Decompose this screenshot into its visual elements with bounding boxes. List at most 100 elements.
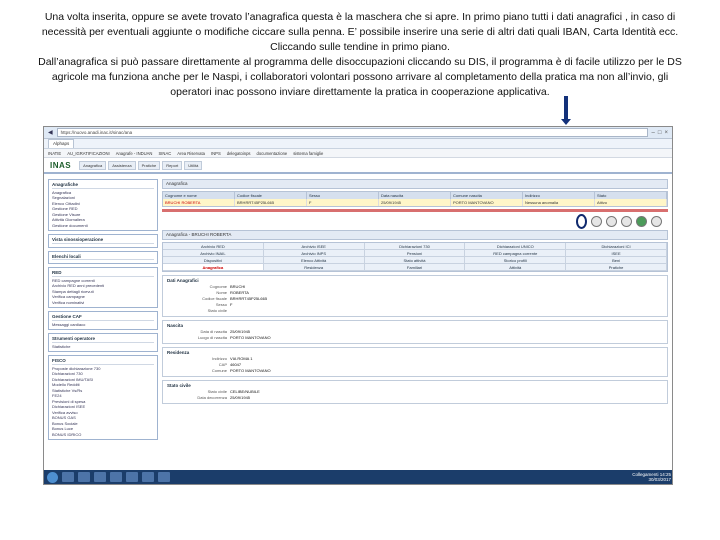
grid-header: Cognome e nome Codice fiscale Sesso Data na… (163, 192, 667, 199)
address-bar[interactable]: https://nuovo.anadi.inac.it/sinac/ana (56, 128, 648, 137)
nav-tab[interactable]: Elenco Attività (263, 257, 365, 264)
sidebar-box-elenchi: Elenchi locali (48, 250, 158, 264)
column-header[interactable]: Comune nascita (451, 192, 523, 199)
print-icon[interactable] (591, 215, 602, 227)
app-tab[interactable]: Anagrafica (79, 160, 107, 170)
nav-tab[interactable]: Archivio INPS (263, 250, 365, 257)
arrow-annotation (561, 96, 571, 125)
close-icon[interactable]: × (664, 130, 668, 136)
favorite-link[interactable]: Anagrafe - INDUAN (116, 151, 153, 156)
column-header[interactable]: Indirizzo (523, 192, 595, 199)
nav-tab[interactable]: Dispositivi (163, 257, 264, 264)
caption-line: Cliccando sulle tendine in primo piano. (270, 41, 450, 53)
nav-tab[interactable]: Dichiarazioni 730 (364, 243, 466, 250)
taskbar-app-icon[interactable] (158, 472, 170, 482)
main-panel: Anagrafica Cognome e nome Codice fiscale S… (162, 179, 668, 481)
nav-tab[interactable]: Archivio RED (163, 243, 264, 250)
sidebar-box-strumenti: Strumenti operatore Statistiche (48, 333, 158, 352)
app-tab[interactable]: Pratiche (137, 160, 161, 170)
favorite-link[interactable]: AU_IGRATIFICAZIONI (67, 151, 110, 156)
favorite-link[interactable]: delegatoinps (227, 151, 251, 156)
nav-tab[interactable]: Archivio INAIL (163, 250, 264, 257)
stato-civile-section: Stato civile Stato civile CELIBE/NUBILE Da… (162, 380, 668, 404)
nav-tab[interactable]: Pensioni (364, 250, 466, 257)
caption-line: necessità per eventuali aggiunte o modif… (41, 26, 679, 38)
pen-icon[interactable] (576, 213, 587, 229)
column-header[interactable]: Sesso (307, 192, 379, 199)
sidebar-item[interactable]: Messaggi cardiaco (52, 322, 154, 328)
nav-tab[interactable]: Residenza (263, 264, 365, 271)
app-tab[interactable]: Assistenza (108, 160, 136, 170)
field-label: Stato civile (207, 308, 227, 313)
table-row[interactable]: BRUCHI ROBERTA BRHRRT45P25L665 F 25/09/1945… (163, 199, 667, 206)
field-value: PORTO MANTOVANO (230, 335, 271, 340)
section-bar: Anagrafica (162, 179, 668, 189)
nav-tab[interactable]: Archivio ISEE (263, 243, 365, 250)
favorite-link[interactable]: documentazione (257, 151, 288, 156)
column-header[interactable]: Cognome e nome (163, 192, 235, 199)
nav-tab[interactable]: Familiari (364, 264, 466, 271)
mail-icon[interactable] (651, 215, 662, 227)
dis-icon[interactable] (621, 215, 632, 227)
sidebar-item[interactable]: Verifica nominativi (52, 300, 154, 306)
caption-line: Dall’anagrafica si può passare direttame… (38, 56, 682, 68)
sidebar-box-title[interactable]: Elenchi locali (52, 254, 154, 260)
app-tab[interactable]: Report (162, 160, 183, 170)
taskbar-clock: Collegamenti 14:25 30/03/2017 (632, 472, 671, 482)
nav-tab[interactable]: Attività (465, 264, 567, 271)
sidebar-box-title: FISCO (52, 358, 154, 365)
nav-tab[interactable]: Pratiche (566, 264, 667, 271)
sidebar-item[interactable]: Statistiche (52, 344, 154, 350)
table-cell: Attivo (595, 199, 667, 206)
field-row: Luogo di nascita PORTO MANTOVANO (167, 335, 663, 341)
nav-tab[interactable]: Dichiarazioni ICI (566, 243, 667, 250)
start-icon[interactable] (47, 471, 58, 483)
favorites-bar: INATIE AU_IGRATIFICAZIONI Anagrafe - INDUA… (44, 149, 672, 158)
favorite-link[interactable]: INATIE (48, 151, 61, 156)
tab-bar: Alphaps (44, 139, 672, 149)
browser-tab[interactable]: Alphaps (48, 139, 75, 148)
sidebar-box-title: Strumenti operatore (52, 336, 154, 343)
field-label: Data decorrenza (197, 395, 227, 400)
taskbar-app-icon[interactable] (142, 472, 154, 482)
taskbar-app-icon[interactable] (110, 472, 122, 482)
globe-icon[interactable] (636, 215, 647, 227)
favorite-link[interactable]: Area Riservata (177, 151, 205, 156)
inas-logo: INAS (50, 160, 72, 170)
taskbar-app-icon[interactable] (126, 472, 138, 482)
back-icon[interactable]: ◀ (48, 129, 53, 136)
sidebar-box-title[interactable]: Vista sinossioperazione (52, 237, 154, 244)
sidebar-item[interactable]: BONUS IDRICO (52, 432, 154, 438)
app-tab[interactable]: Utilità (184, 160, 203, 170)
maximize-icon[interactable]: □ (658, 130, 662, 136)
nav-tab[interactable]: Storico profili (465, 257, 567, 264)
nav-tab[interactable]: ISEE (566, 250, 667, 257)
sidebar-box-anagrafiche: Anagrafiche Anagrafica Segnalazioni Elenco… (48, 179, 158, 231)
section-title: Dati Anagrafici (167, 278, 199, 283)
nav-tabs: Archivio RED Archivio ISEE Dichiarazioni 7… (162, 242, 668, 272)
nav-tab[interactable]: Dichiarazioni UNICO (465, 243, 567, 250)
document-icon[interactable] (606, 215, 617, 227)
window-controls: – □ × (652, 130, 668, 136)
nav-tab[interactable]: RED campagna corrente (465, 250, 567, 257)
sidebar-box-sinossi: Vista sinossioperazione (48, 234, 158, 248)
nav-tab[interactable]: Beni (566, 257, 667, 264)
taskbar-app-icon[interactable] (78, 472, 90, 482)
favorite-link[interactable]: INPS (211, 151, 221, 156)
column-header[interactable]: Stato (595, 192, 667, 199)
nav-tab[interactable]: Anagrafica (163, 264, 264, 271)
favorite-link[interactable]: sistema famiglie (293, 151, 323, 156)
favorite-link[interactable]: SINAC (158, 151, 171, 156)
section-title: Stato civile (167, 383, 191, 388)
minimize-icon[interactable]: – (652, 130, 655, 136)
dati-anagrafici-section: Dati Anagrafici Cognome BRUCHI Nome ROBERTA… (162, 275, 668, 317)
taskbar-app-icon[interactable] (62, 472, 74, 482)
result-grid: Cognome e nome Codice fiscale Sesso Data na… (162, 191, 668, 207)
taskbar-app-icon[interactable] (94, 472, 106, 482)
caption-text: Una volta inserita, oppure se avete trov… (20, 10, 700, 100)
column-header[interactable]: Codice fiscale (235, 192, 307, 199)
section-title: Residenza (167, 350, 190, 355)
sidebar-item[interactable]: Gestione documenti (52, 223, 154, 229)
column-header[interactable]: Data nascita (379, 192, 451, 199)
nav-tab[interactable]: Stato attività (364, 257, 466, 264)
